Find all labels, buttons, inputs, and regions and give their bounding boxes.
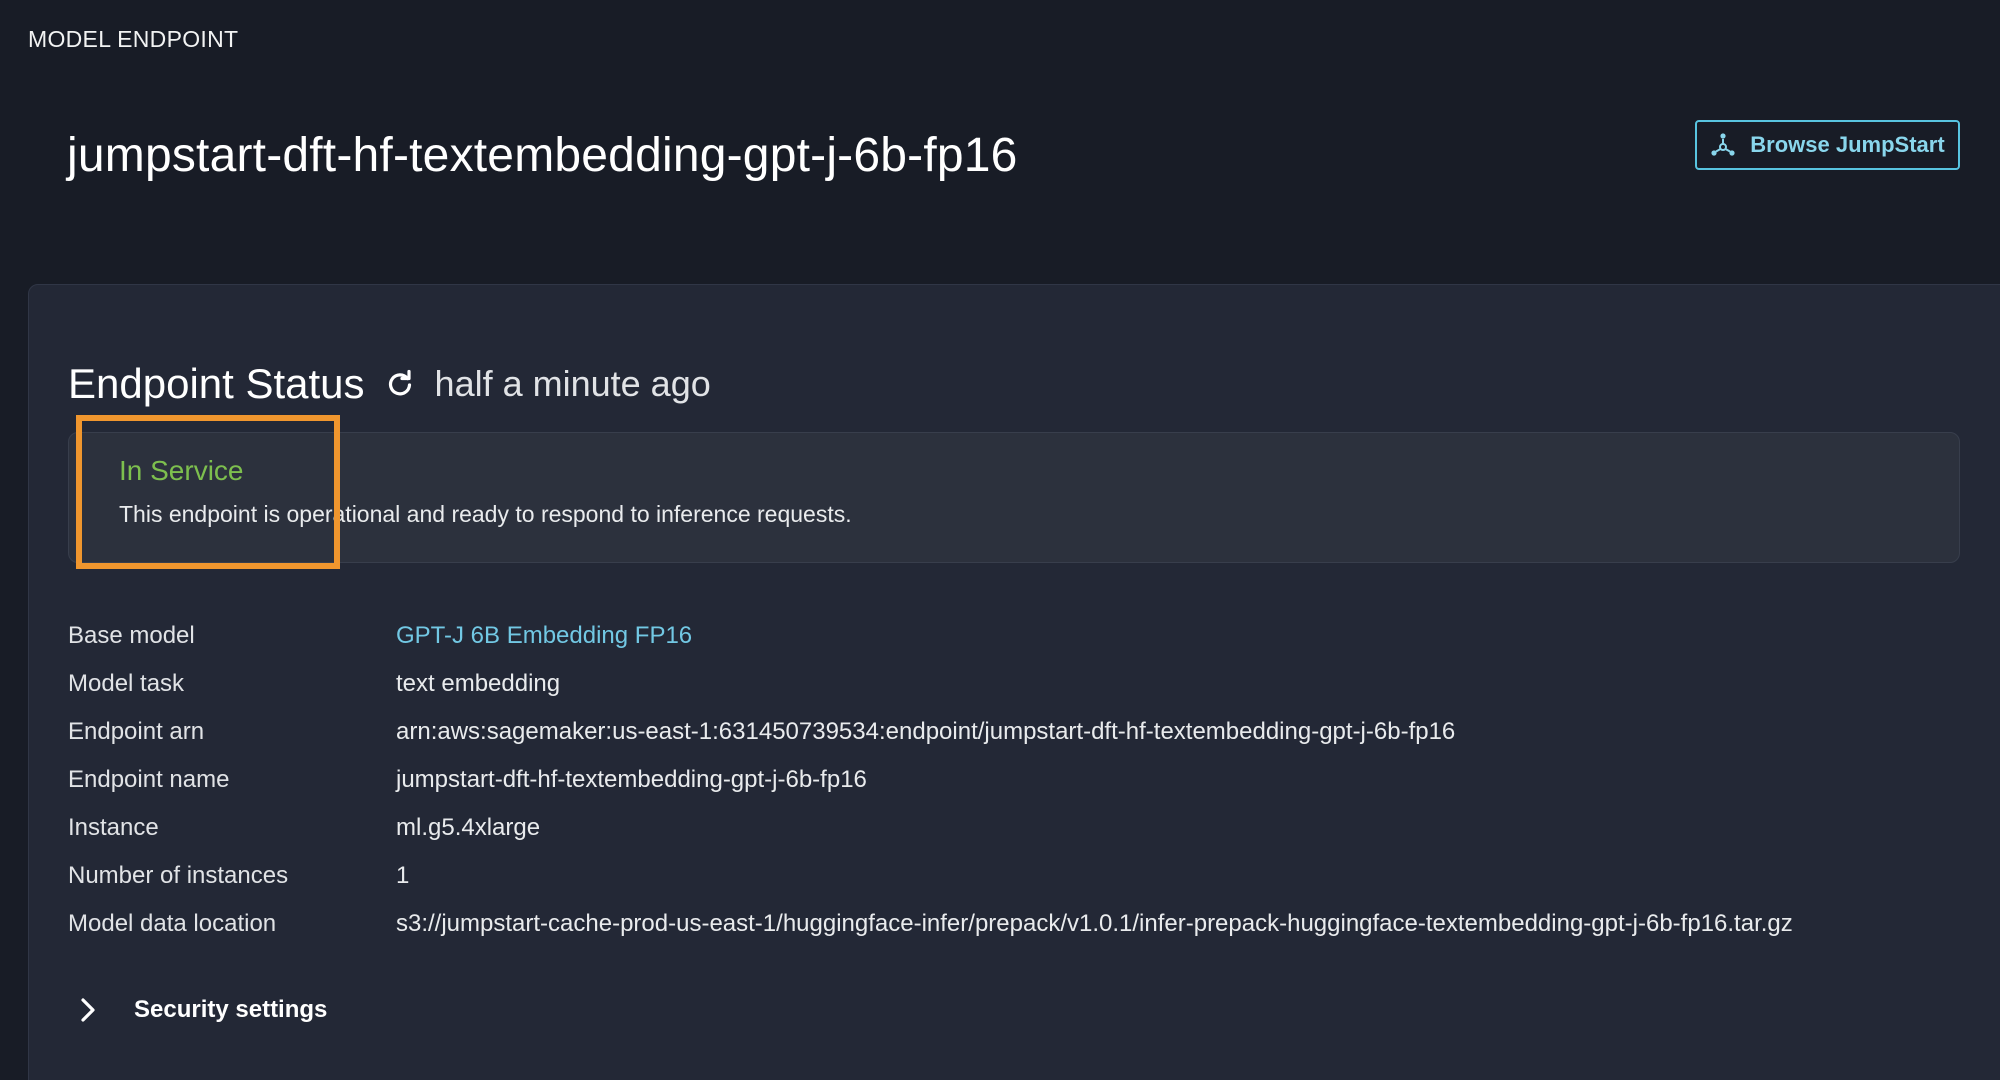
detail-label-number-of-instances: Number of instances	[68, 862, 289, 889]
endpoint-details: Base model GPT-J 6B Embedding FP16 Model…	[68, 618, 1793, 954]
detail-label-endpoint-name: Endpoint name	[68, 766, 230, 793]
detail-label-instance: Instance	[68, 814, 159, 841]
status-card: In Service This endpoint is operational …	[68, 432, 1960, 563]
detail-value-instance: ml.g5.4xlarge	[396, 814, 541, 841]
endpoint-status-heading: Endpoint Status half a minute ago	[68, 360, 711, 408]
section-label: MODEL ENDPOINT	[28, 26, 239, 52]
detail-label-model-data-location: Model data location	[68, 910, 277, 937]
status-updated-time: half a minute ago	[434, 363, 711, 404]
detail-value-model-task: text embedding	[396, 670, 561, 697]
page-title: jumpstart-dft-hf-textembedding-gpt-j-6b-…	[67, 129, 1018, 182]
detail-value-endpoint-arn: arn:aws:sagemaker:us-east-1:631450739534…	[396, 718, 1456, 745]
detail-label-base-model: Base model	[68, 622, 195, 649]
browse-jumpstart-button[interactable]: Browse JumpStart	[1695, 120, 1960, 170]
status-state: In Service	[119, 455, 244, 486]
refresh-icon[interactable]	[385, 369, 415, 399]
chevron-right-icon	[81, 998, 95, 1022]
detail-value-number-of-instances: 1	[396, 862, 410, 889]
detail-label-endpoint-arn: Endpoint arn	[68, 718, 205, 745]
security-settings-toggle[interactable]: Security settings	[78, 996, 327, 1024]
security-settings-label: Security settings	[134, 996, 328, 1023]
detail-value-model-data-location: s3://jumpstart-cache-prod-us-east-1/hugg…	[396, 910, 1793, 937]
detail-value-endpoint-name: jumpstart-dft-hf-textembedding-gpt-j-6b-…	[396, 766, 867, 793]
browse-jumpstart-label: Browse JumpStart	[1750, 132, 1945, 157]
status-description: This endpoint is operational and ready t…	[119, 501, 852, 527]
model-endpoint-page: MODEL ENDPOINT jumpstart-dft-hf-textembe…	[0, 0, 2000, 1080]
jumpstart-icon	[1711, 133, 1735, 156]
endpoint-status-title: Endpoint Status	[68, 360, 365, 407]
base-model-link[interactable]: GPT-J 6B Embedding FP16	[396, 618, 1793, 666]
detail-label-model-task: Model task	[68, 670, 185, 697]
